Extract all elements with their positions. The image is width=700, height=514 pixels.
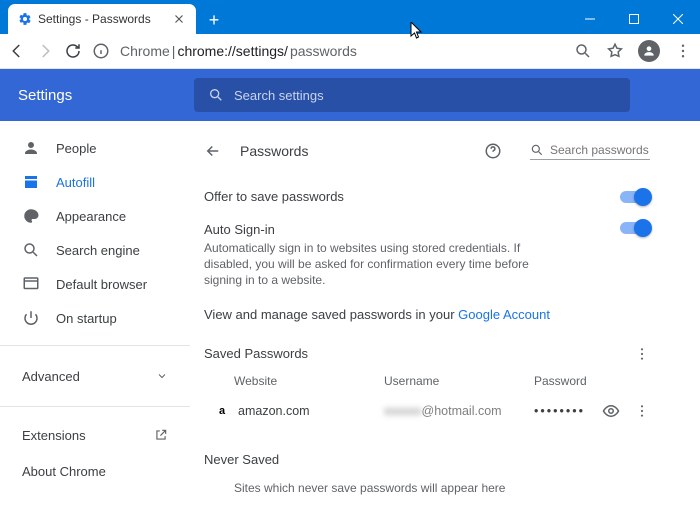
col-username: Username [384, 374, 534, 388]
help-icon[interactable] [484, 142, 502, 160]
bookmark-star-icon[interactable] [606, 42, 624, 60]
minimize-button[interactable] [568, 4, 612, 34]
sidebar-item-people[interactable]: People [0, 131, 190, 165]
window-titlebar: Settings - Passwords + [0, 0, 700, 34]
search-icon [22, 241, 40, 259]
tab-title: Settings - Passwords [38, 12, 151, 26]
site-favicon: a [214, 403, 230, 419]
settings-header: Settings [0, 69, 700, 121]
row-more-icon[interactable] [634, 403, 650, 419]
menu-dots-icon[interactable] [674, 42, 692, 60]
sidebar: People Autofill Appearance Search engine… [0, 121, 190, 514]
offer-save-row: Offer to save passwords [204, 171, 650, 204]
auto-signin-label: Auto Sign-in [204, 222, 544, 237]
search-page-icon[interactable] [574, 42, 592, 60]
site-info-icon[interactable] [92, 42, 110, 60]
auto-signin-row: Auto Sign-in Automatically sign in to we… [204, 204, 650, 289]
show-password-icon[interactable] [602, 402, 620, 420]
password-cell: •••••••• [534, 404, 602, 418]
toolbar: Chrome | chrome://settings/passwords [0, 34, 700, 69]
search-passwords[interactable] [530, 143, 650, 160]
search-icon [208, 87, 224, 103]
sidebar-item-autofill[interactable]: Autofill [0, 165, 190, 199]
settings-search[interactable] [194, 78, 630, 112]
sidebar-item-appearance[interactable]: Appearance [0, 199, 190, 233]
profile-avatar[interactable] [638, 40, 660, 62]
sidebar-extensions[interactable]: Extensions [0, 417, 190, 453]
site-cell: amazon.com [238, 404, 384, 418]
col-password: Password [534, 374, 650, 388]
page-title: Passwords [240, 143, 466, 159]
gear-icon [18, 12, 32, 26]
manage-passwords-row: View and manage saved passwords in your … [204, 289, 650, 322]
person-icon [22, 139, 40, 157]
manage-passwords-text: View and manage saved passwords in your … [204, 307, 550, 322]
table-header: Website Username Password [204, 362, 650, 396]
auto-signin-toggle[interactable] [620, 222, 650, 234]
settings-search-input[interactable] [234, 88, 616, 103]
never-saved-section: Never Saved Sites which never save passw… [204, 452, 650, 495]
reload-button[interactable] [64, 42, 82, 60]
palette-icon [22, 207, 40, 225]
new-tab-button[interactable]: + [200, 6, 228, 34]
username-cell: xxxxxx@hotmail.com [384, 404, 534, 418]
saved-passwords-section: Saved Passwords Website Username Passwor… [204, 346, 650, 426]
power-icon [22, 309, 40, 327]
maximize-button[interactable] [612, 4, 656, 34]
search-passwords-input[interactable] [550, 143, 650, 157]
divider [0, 345, 190, 346]
autofill-icon [22, 173, 40, 191]
col-website: Website [234, 374, 384, 388]
back-arrow-icon[interactable] [204, 142, 222, 160]
divider [0, 406, 190, 407]
sidebar-item-on-startup[interactable]: On startup [0, 301, 190, 335]
sidebar-about-chrome[interactable]: About Chrome [0, 453, 190, 489]
close-icon[interactable] [172, 12, 186, 26]
content-area: Passwords Offer to save passwords Auto S… [190, 121, 700, 514]
omnibox[interactable]: Chrome | chrome://settings/passwords [120, 43, 357, 59]
app-title: Settings [18, 87, 172, 104]
saved-passwords-heading: Saved Passwords [204, 346, 308, 361]
forward-button[interactable] [36, 42, 54, 60]
page-header: Passwords [204, 131, 650, 171]
chevron-down-icon [156, 370, 168, 382]
more-options-icon[interactable] [634, 346, 650, 362]
search-icon [530, 143, 544, 157]
browser-icon [22, 275, 40, 293]
sidebar-item-search-engine[interactable]: Search engine [0, 233, 190, 267]
browser-tab[interactable]: Settings - Passwords [8, 4, 196, 34]
auto-signin-desc: Automatically sign in to websites using … [204, 240, 544, 289]
password-row[interactable]: a amazon.com xxxxxx@hotmail.com •••••••• [204, 396, 650, 426]
offer-save-toggle[interactable] [620, 191, 650, 203]
close-window-button[interactable] [656, 4, 700, 34]
external-link-icon [154, 428, 168, 442]
never-saved-message: Sites which never save passwords will ap… [204, 467, 650, 495]
window-controls [568, 4, 700, 34]
back-button[interactable] [8, 42, 26, 60]
sidebar-advanced[interactable]: Advanced [0, 356, 190, 396]
offer-save-label: Offer to save passwords [204, 189, 344, 204]
google-account-link[interactable]: Google Account [458, 307, 550, 322]
never-saved-heading: Never Saved [204, 452, 650, 467]
sidebar-item-default-browser[interactable]: Default browser [0, 267, 190, 301]
